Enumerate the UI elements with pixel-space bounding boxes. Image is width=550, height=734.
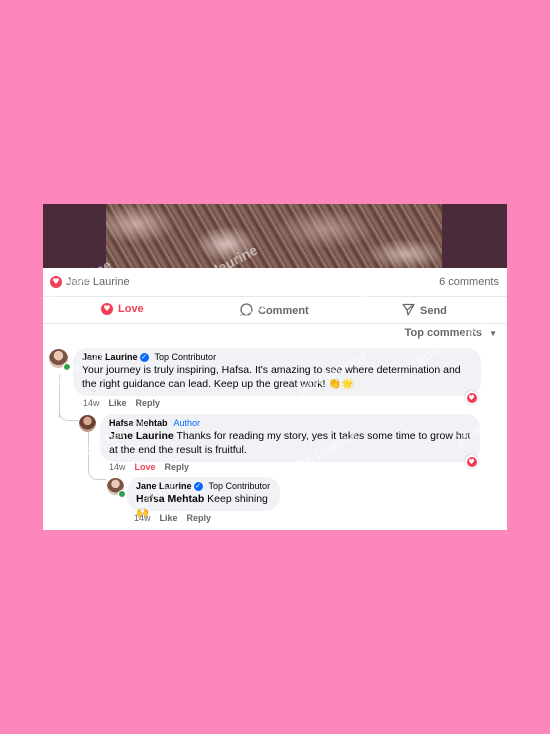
thread-connector bbox=[59, 404, 78, 421]
comment-author[interactable]: Jane Laurine bbox=[136, 481, 192, 491]
comment-button[interactable]: Comment bbox=[239, 303, 309, 319]
author-badge: Author bbox=[173, 418, 201, 428]
comment-author[interactable]: Hafsa Mehtab bbox=[109, 418, 168, 428]
top-contributor-badge: Top Contributor bbox=[154, 352, 217, 362]
post-card: ♥ Jane Laurine 6 comments ♥ Love Comment … bbox=[43, 204, 507, 530]
comment-bubble: Jane Laurine ✓ Top Contributor Your journe… bbox=[73, 348, 481, 396]
comment-icon bbox=[239, 303, 253, 319]
comment-meta: 14w Love Reply bbox=[109, 462, 198, 472]
comment-text: Jane Laurine Thanks for reading my story… bbox=[109, 429, 471, 457]
verified-badge-icon: ✓ bbox=[193, 482, 203, 492]
comment-bubble: Hafsa Mehtab Author Jane Laurine Thanks f… bbox=[100, 414, 480, 462]
heart-icon: ♥ bbox=[101, 303, 113, 316]
chevron-down-icon: ▼ bbox=[489, 329, 497, 338]
watermark: jane laurine bbox=[323, 486, 401, 530]
comment-meta: 14w Like Reply bbox=[134, 513, 220, 523]
reaction-badge[interactable]: ♥ bbox=[465, 455, 478, 468]
reaction-badge[interactable]: ♥ bbox=[465, 391, 478, 404]
heart-icon[interactable]: ♥ bbox=[50, 276, 62, 288]
mention-link[interactable]: Hafsa Mehtab bbox=[136, 493, 204, 505]
watermark: jane laurine bbox=[443, 476, 507, 528]
heart-icon: ♥ bbox=[466, 392, 477, 403]
reply-button[interactable]: Reply bbox=[165, 462, 190, 472]
online-status-dot bbox=[118, 490, 126, 498]
thread-connector bbox=[88, 464, 106, 480]
comment-label: Comment bbox=[258, 304, 309, 317]
avatar[interactable] bbox=[79, 415, 96, 432]
comments-count[interactable]: 6 comments bbox=[439, 276, 499, 288]
comment-time[interactable]: 14w bbox=[134, 513, 151, 523]
top-contributor-badge: Top Contributor bbox=[208, 481, 271, 491]
reacted-by-name[interactable]: Jane Laurine bbox=[66, 276, 130, 288]
online-status-dot bbox=[63, 363, 71, 371]
reply-button[interactable]: Reply bbox=[136, 398, 161, 408]
send-label: Send bbox=[420, 304, 447, 317]
sort-comments-dropdown[interactable]: Top comments ▼ bbox=[405, 327, 497, 339]
like-button[interactable]: Like bbox=[160, 513, 178, 523]
reaction-stats-bar: ♥ Jane Laurine 6 comments bbox=[43, 268, 507, 297]
post-photo[interactable] bbox=[43, 204, 507, 268]
post-photo-image bbox=[106, 204, 442, 268]
comment-time[interactable]: 14w bbox=[83, 398, 100, 408]
mention-link[interactable]: Jane Laurine bbox=[109, 430, 174, 442]
comment-author[interactable]: Jane Laurine bbox=[82, 352, 138, 362]
send-icon bbox=[402, 303, 415, 319]
comment-text: Your journey is truly inspiring, Hafsa. … bbox=[82, 364, 461, 391]
reply-button[interactable]: Reply bbox=[187, 513, 212, 523]
send-button[interactable]: Send bbox=[402, 303, 447, 319]
comment-meta: 14w Like Reply bbox=[83, 398, 169, 408]
like-button[interactable]: Like bbox=[109, 398, 127, 408]
comment-time[interactable]: 14w bbox=[109, 462, 126, 472]
verified-badge-icon: ✓ bbox=[139, 353, 149, 363]
love-button[interactable]: ♥ Love bbox=[101, 303, 144, 316]
comment-bubble: Jane Laurine ✓ Top Contributor Hafsa Mehta… bbox=[127, 477, 280, 519]
love-label: Love bbox=[118, 303, 144, 315]
love-reaction-button[interactable]: Love bbox=[135, 462, 156, 472]
action-bar: ♥ Love Comment Send bbox=[43, 297, 507, 324]
sort-label: Top comments bbox=[404, 327, 483, 339]
heart-icon: ♥ bbox=[466, 456, 477, 467]
